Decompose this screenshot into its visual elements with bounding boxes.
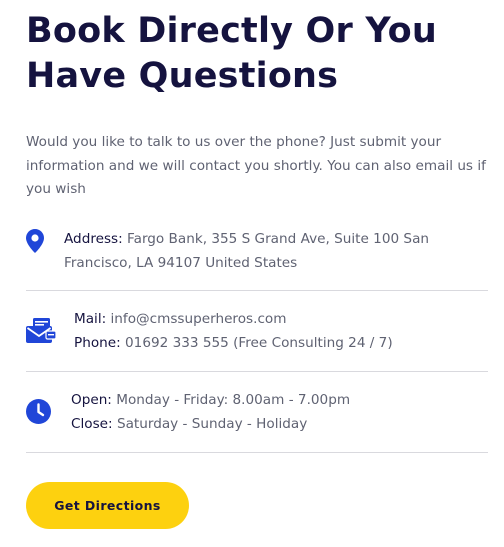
map-pin-icon (26, 228, 64, 253)
hours-block: Open: Monday - Friday: 8.00am - 7.00pm C… (26, 372, 488, 453)
close-row: Close: Saturday - Sunday - Holiday (71, 412, 350, 436)
phone-label: Phone: (74, 334, 121, 351)
mail-card-icon (26, 307, 74, 355)
contact-block: Mail: info@cmssuperheros.com Phone: 0169… (26, 291, 488, 372)
close-value: Saturday - Sunday - Holiday (112, 415, 308, 432)
clock-icon (26, 388, 71, 436)
mail-label: Mail: (74, 310, 107, 327)
open-label: Open: (71, 391, 112, 408)
phone-row: Phone: 01692 333 555 (Free Consulting 24… (74, 331, 393, 355)
contact-section: Book Directly Or You Have Questions Woul… (26, 0, 488, 453)
title-line-2: Have Questions (26, 56, 339, 96)
address-text: Address: Fargo Bank, 355 S Grand Ave, Su… (64, 227, 436, 275)
contact-text: Mail: info@cmssuperheros.com Phone: 0169… (74, 307, 393, 355)
hours-text: Open: Monday - Friday: 8.00am - 7.00pm C… (71, 388, 350, 436)
title-line-1: Book Directly Or You (26, 11, 438, 51)
get-directions-button[interactable]: Get Directions (26, 482, 189, 529)
open-value: Monday - Friday: 8.00am - 7.00pm (111, 391, 351, 408)
mail-value[interactable]: info@cmssuperheros.com (106, 311, 287, 327)
open-row: Open: Monday - Friday: 8.00am - 7.00pm (71, 388, 350, 412)
close-label: Close: (71, 415, 113, 432)
intro-text: Would you like to talk to us over the ph… (26, 134, 486, 197)
address-block: Address: Fargo Bank, 355 S Grand Ave, Su… (26, 227, 488, 291)
mail-row: Mail: info@cmssuperheros.com (74, 307, 393, 331)
page-title: Book Directly Or You Have Questions (26, 0, 496, 99)
address-label: Address: (64, 230, 123, 247)
phone-value[interactable]: 01692 333 555 (Free Consulting 24 / 7) (121, 335, 393, 351)
